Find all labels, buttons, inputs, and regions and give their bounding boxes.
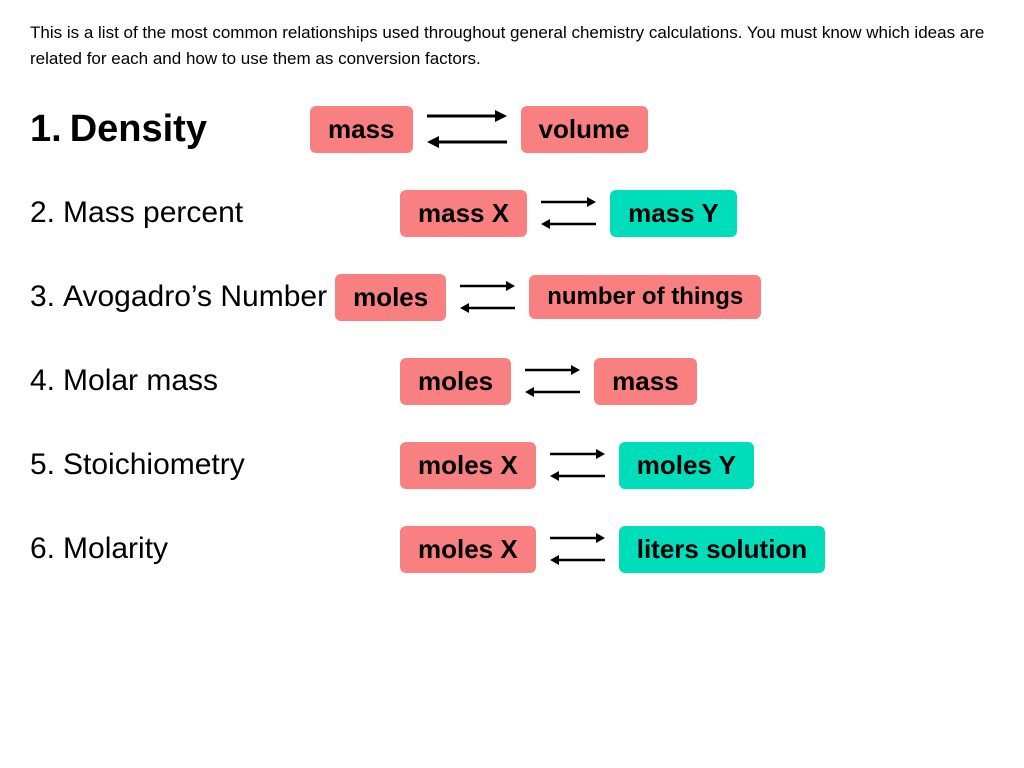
row-title-avogadros: Avogadro’s Number	[63, 280, 327, 314]
row-label-mass-percent: 2. Mass percent	[30, 196, 400, 230]
pill-moles-y-stoich: moles Y	[619, 442, 754, 489]
pill-volume-density: volume	[521, 106, 648, 153]
arrow-right-stoichiometry	[550, 445, 605, 463]
arrow-left-molarity	[550, 551, 605, 569]
arrow-left-density	[427, 131, 507, 153]
row-number-5: 5.	[30, 448, 55, 482]
row-label-molarity: 6. Molarity	[30, 532, 400, 566]
row-molarity: 6. Molarity moles X liters solution	[30, 509, 994, 589]
pill-mass-y: mass Y	[610, 190, 737, 237]
row-stoichiometry: 5. Stoichiometry moles X moles Y	[30, 425, 994, 505]
row-label-molar-mass: 4. Molar mass	[30, 364, 400, 398]
arrows-mass-percent	[541, 193, 596, 233]
arrow-left-mass-percent	[541, 215, 596, 233]
row-title-molar-mass: Molar mass	[63, 364, 218, 398]
row-title-mass-percent: Mass percent	[63, 196, 243, 230]
pill-number-of-things: number of things	[529, 275, 761, 319]
arrow-right-avogadros	[460, 277, 515, 295]
arrow-left-molar-mass	[525, 383, 580, 401]
row-title-stoichiometry: Stoichiometry	[63, 448, 245, 482]
row-number-4: 4.	[30, 364, 55, 398]
arrow-right-molarity	[550, 529, 605, 547]
pill-moles-x-molarity: moles X	[400, 526, 536, 573]
row-number-3: 3.	[30, 280, 55, 314]
relationships-list: 1. Density mass volume 2. Mass percen	[30, 89, 994, 589]
row-molar-mass: 4. Molar mass moles mass	[30, 341, 994, 421]
arrows-stoichiometry	[550, 445, 605, 485]
arrow-right-density	[427, 105, 507, 127]
pill-mass-molar-mass: mass	[594, 358, 697, 405]
intro-text: This is a list of the most common relati…	[30, 20, 994, 71]
arrows-molar-mass	[525, 361, 580, 401]
row-content-mass-percent: mass X mass Y	[400, 190, 737, 237]
arrow-right-molar-mass	[525, 361, 580, 379]
arrow-left-stoichiometry	[550, 467, 605, 485]
row-density: 1. Density mass volume	[30, 89, 994, 169]
row-number-1: 1.	[30, 108, 62, 151]
row-label-density: 1. Density	[30, 108, 310, 151]
row-avogadros: 3. Avogadro’s Number moles number of thi…	[30, 257, 994, 337]
row-label-avogadros: 3. Avogadro’s Number	[30, 280, 327, 314]
pill-mass-density: mass	[310, 106, 413, 153]
arrow-left-avogadros	[460, 299, 515, 317]
pill-moles-avogadros: moles	[335, 274, 446, 321]
row-number-2: 2.	[30, 196, 55, 230]
pill-moles-molar-mass: moles	[400, 358, 511, 405]
arrows-density	[427, 105, 507, 153]
row-content-stoichiometry: moles X moles Y	[400, 442, 754, 489]
arrows-molarity	[550, 529, 605, 569]
row-mass-percent: 2. Mass percent mass X mass Y	[30, 173, 994, 253]
row-content-molarity: moles X liters solution	[400, 526, 825, 573]
arrows-avogadros	[460, 277, 515, 317]
pill-mass-x: mass X	[400, 190, 527, 237]
row-title-molarity: Molarity	[63, 532, 168, 566]
row-content-density: mass volume	[310, 105, 648, 153]
pill-liters-solution: liters solution	[619, 526, 825, 573]
row-title-density: Density	[70, 108, 207, 151]
row-number-6: 6.	[30, 532, 55, 566]
arrow-right-mass-percent	[541, 193, 596, 211]
row-content-molar-mass: moles mass	[400, 358, 697, 405]
row-label-stoichiometry: 5. Stoichiometry	[30, 448, 400, 482]
pill-moles-x-stoich: moles X	[400, 442, 536, 489]
row-content-avogadros: moles number of things	[335, 274, 761, 321]
